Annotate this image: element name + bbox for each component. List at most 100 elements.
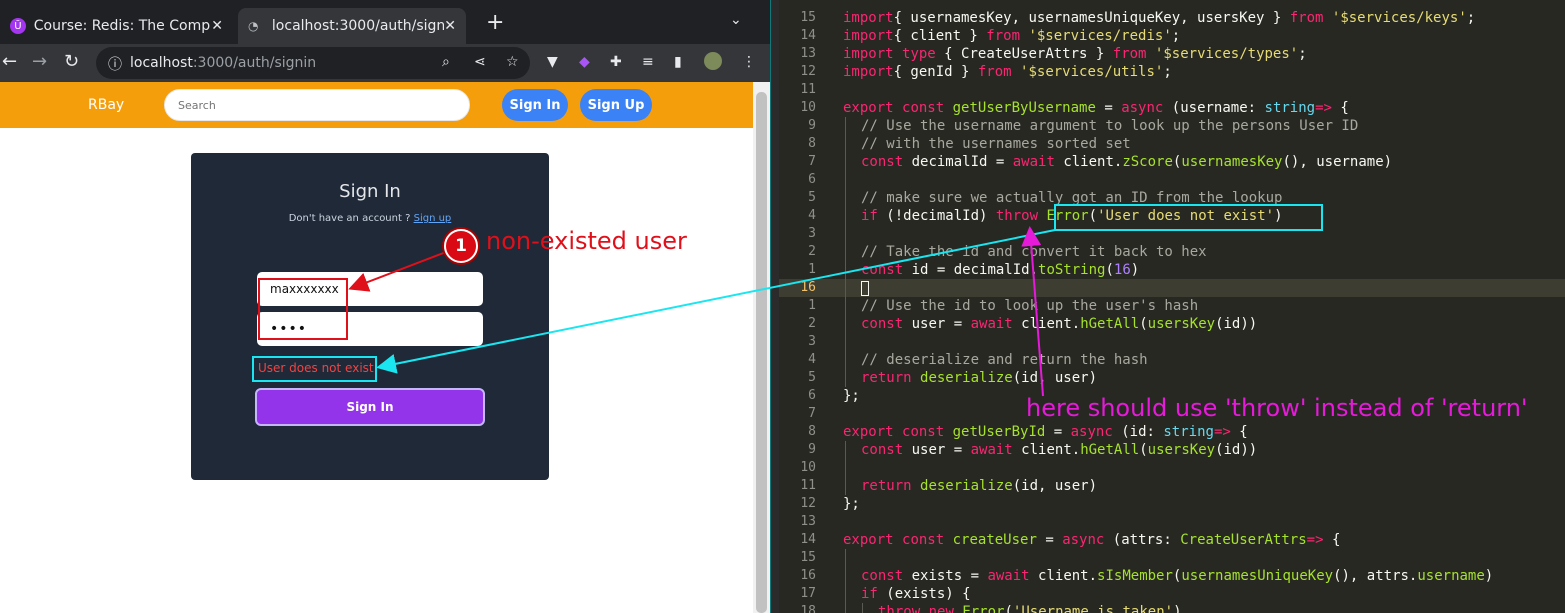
code-text: export const getUserByUsername = async (… [843, 100, 1349, 116]
signin-submit-button[interactable]: Sign In [255, 388, 485, 426]
code-text: const decimalId = await client.zScore(us… [861, 154, 1393, 170]
code-line[interactable]: 15 import{ usernamesKey, usernamesUniqueK… [779, 9, 1565, 27]
code-line[interactable]: 1 const id = decimalId.toString(16) [779, 261, 1565, 279]
forward-icon[interactable]: → [32, 51, 47, 72]
code-line[interactable]: 17 if (exists) { [779, 585, 1565, 603]
code-line[interactable]: 4 // deserialize and return the hash [779, 351, 1565, 369]
info-icon[interactable]: ⓘ [108, 54, 122, 74]
indent-guide [845, 441, 846, 459]
code-line[interactable]: 3 [779, 225, 1565, 243]
line-number: 13 [800, 46, 816, 61]
udemy-icon: Ū [10, 18, 26, 34]
close-icon[interactable]: ✕ [211, 18, 223, 34]
error-message: User does not exist [258, 361, 374, 375]
code-line[interactable]: 13 import type { CreateUserAttrs } from '… [779, 45, 1565, 63]
extension-shield-icon[interactable]: ◆ [579, 54, 590, 70]
code-line[interactable]: 11 return deserialize(id, user) [779, 477, 1565, 495]
nav-signin-button[interactable]: Sign In [502, 89, 568, 121]
code-line[interactable]: 14 export const createUser = async (attrs… [779, 531, 1565, 549]
code-line[interactable]: 18 throw new Error('Username is taken') [779, 603, 1565, 613]
line-number: 10 [800, 460, 816, 475]
indent-guide [845, 117, 846, 135]
line-number: 9 [808, 442, 816, 457]
address-bar[interactable]: ⓘ localhost:3000/auth/signin ⌕ ⋖ ☆ [96, 47, 530, 79]
side-panel-icon[interactable]: ▮ [674, 54, 682, 70]
code-line[interactable]: 15 [779, 549, 1565, 567]
code-text: const user = await client.hGetAll(usersK… [861, 442, 1258, 458]
line-number: 13 [800, 514, 816, 529]
code-line[interactable]: 6 [779, 171, 1565, 189]
reload-icon[interactable]: ↻ [64, 51, 79, 72]
scrollbar-thumb[interactable] [756, 92, 767, 613]
code-line[interactable]: 2 // Take the id and convert it back to h… [779, 243, 1565, 261]
code-text [861, 279, 869, 297]
media-queue-icon[interactable]: ≡ [642, 54, 654, 70]
code-text: // deserialize and return the hash [861, 352, 1148, 368]
code-line[interactable]: 5 // make sure we actually got an ID from… [779, 189, 1565, 207]
signup-link[interactable]: Sign up [414, 213, 452, 224]
bookmark-star-icon[interactable]: ☆ [506, 54, 519, 70]
code-text: // with the usernames sorted set [861, 136, 1131, 152]
code-line[interactable]: 10 [779, 459, 1565, 477]
password-field[interactable]: •••• [257, 312, 483, 346]
code-line[interactable]: 1 // Use the id to look up the user's has… [779, 297, 1565, 315]
code-text: export const createUser = async (attrs: … [843, 532, 1341, 548]
code-line[interactable]: 14 import{ client } from '$services/redis… [779, 27, 1565, 45]
code-line[interactable]: 8 // with the usernames sorted set [779, 135, 1565, 153]
line-number: 18 [800, 604, 816, 613]
line-number: 7 [808, 406, 816, 421]
code-line[interactable]: 16 const exists = await client.sIsMember(… [779, 567, 1565, 585]
code-line[interactable]: 8 export const getUserById = async (id: s… [779, 423, 1565, 441]
search-input[interactable] [164, 89, 470, 121]
code-line[interactable]: 5 return deserialize(id, user) [779, 369, 1565, 387]
code-text: export const getUserById = async (id: st… [843, 424, 1248, 440]
indent-guide [862, 603, 863, 613]
tab-course-redis[interactable]: Ū Course: Redis: The Compl ✕ [0, 8, 233, 44]
code-line[interactable]: 2 const user = await client.hGetAll(users… [779, 315, 1565, 333]
vue-extension-icon[interactable]: ▼ [547, 54, 558, 70]
code-text: import{ client } from '$services/redis'; [843, 28, 1181, 44]
share-icon[interactable]: ⋖ [474, 54, 486, 70]
nav-signup-button[interactable]: Sign Up [580, 89, 652, 121]
page-scrollbar[interactable] [753, 82, 770, 613]
tab-localhost-signin[interactable]: ◔ localhost:3000/auth/sign ✕ [238, 8, 466, 44]
code-line[interactable]: 16 [779, 279, 1565, 297]
brand-logo[interactable]: RBay [88, 97, 124, 113]
line-number: 5 [808, 190, 816, 205]
line-number: 6 [808, 388, 816, 403]
close-icon[interactable]: ✕ [444, 18, 456, 34]
tab-strip: Ū Course: Redis: The Compl ✕ ◔ localhost… [0, 0, 770, 44]
line-number: 2 [808, 244, 816, 259]
code-text: }; [843, 388, 860, 404]
indent-guide [845, 243, 846, 261]
url-text[interactable]: localhost:3000/auth/signin [130, 55, 316, 71]
annotation-should-throw: here should use 'throw' instead of 'retu… [1026, 394, 1528, 422]
code-line[interactable]: 3 [779, 333, 1565, 351]
menu-kebab-icon[interactable]: ⋮ [742, 54, 756, 70]
chevron-down-icon[interactable]: ⌄ [730, 12, 742, 28]
indent-guide [845, 279, 846, 297]
code-line[interactable]: 9 const user = await client.hGetAll(users… [779, 441, 1565, 459]
indent-guide [845, 225, 846, 243]
extensions-puzzle-icon[interactable]: ✚ [610, 54, 622, 70]
code-line[interactable]: 13 [779, 513, 1565, 531]
code-text: // Use the id to look up the user's hash [861, 298, 1199, 314]
code-line[interactable]: 12 import{ genId } from '$services/utils'… [779, 63, 1565, 81]
new-tab-icon[interactable]: + [486, 10, 504, 35]
username-field[interactable]: maxxxxxxx [257, 272, 483, 306]
code-text: throw new Error('Username is taken') [878, 604, 1182, 613]
code-line[interactable]: 10 export const getUserByUsername = async… [779, 99, 1565, 117]
avatar[interactable] [704, 52, 722, 70]
code-line[interactable]: 4 if (!decimalId) throw Error('User does … [779, 207, 1565, 225]
code-line[interactable]: 7 const decimalId = await client.zScore(u… [779, 153, 1565, 171]
code-line[interactable]: 9 // Use the username argument to look up… [779, 117, 1565, 135]
line-number: 4 [808, 352, 816, 367]
code-text: }; [843, 496, 860, 512]
line-number: 16 [800, 568, 816, 583]
tab-title: localhost:3000/auth/sign [271, 18, 445, 34]
code-line[interactable]: 12}; [779, 495, 1565, 513]
code-line[interactable]: 11 [779, 81, 1565, 99]
code-editor[interactable]: 15 import{ usernamesKey, usernamesUniqueK… [779, 0, 1565, 613]
back-icon[interactable]: ← [2, 51, 17, 72]
zoom-icon[interactable]: ⌕ [442, 54, 450, 70]
